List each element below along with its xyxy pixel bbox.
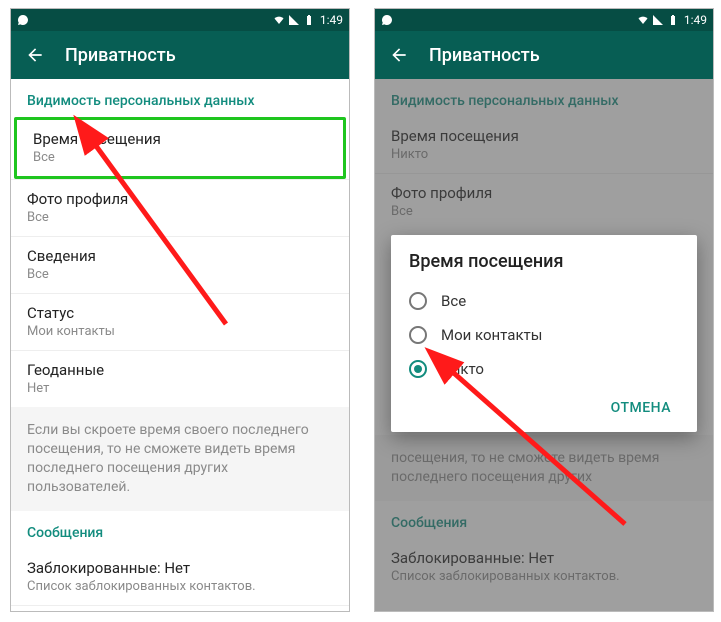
- dialog-last-seen: Время посещения Все Мои контакты Никто О…: [391, 235, 697, 432]
- appbar: Приватность: [11, 31, 349, 79]
- back-button[interactable]: [23, 43, 47, 67]
- dialog-title: Время посещения: [409, 251, 679, 272]
- item-status[interactable]: Статус Мои контакты: [11, 294, 349, 350]
- cancel-button[interactable]: ОТМЕНА: [603, 392, 679, 424]
- photo-value: Все: [27, 210, 333, 225]
- item-receipts[interactable]: Отчеты о прочтении: [11, 606, 349, 612]
- radio-everyone[interactable]: Все: [409, 284, 679, 318]
- about-label: Сведения: [27, 247, 333, 265]
- arrow-left-icon: [25, 45, 45, 65]
- appbar: Приватность: [375, 31, 713, 79]
- section-messages: Сообщения: [11, 511, 349, 549]
- battery-icon: [303, 14, 315, 26]
- about-value: Все: [27, 267, 333, 282]
- statusbar: 1:49: [375, 9, 713, 31]
- item-about[interactable]: Сведения Все: [11, 237, 349, 293]
- arrow-left-icon: [389, 45, 409, 65]
- radio-label: Никто: [441, 360, 484, 378]
- item-location[interactable]: Геоданные Нет: [11, 351, 349, 407]
- statusbar: 1:49: [11, 9, 349, 31]
- phone-left: 1:49 Приватность Видимость персональных …: [10, 8, 350, 612]
- status-time: 1:49: [320, 13, 343, 27]
- radio-icon: [409, 292, 427, 310]
- section-visibility: Видимость персональных данных: [11, 79, 349, 117]
- radio-icon: [409, 360, 427, 378]
- radio-contacts[interactable]: Мои контакты: [409, 318, 679, 352]
- last-seen-value: Все: [33, 150, 327, 165]
- signal-icon: [652, 14, 664, 26]
- whatsapp-icon: [381, 14, 393, 26]
- radio-nobody[interactable]: Никто: [409, 352, 679, 386]
- last-seen-label: Время посещения: [33, 130, 327, 148]
- location-label: Геоданные: [27, 361, 333, 379]
- blocked-label: Заблокированные: Нет: [27, 559, 333, 577]
- page-title: Приватность: [65, 45, 176, 66]
- wifi-icon: [637, 14, 649, 26]
- status-value: Мои контакты: [27, 324, 333, 339]
- location-value: Нет: [27, 381, 333, 396]
- battery-icon: [667, 14, 679, 26]
- status-label: Статус: [27, 304, 333, 322]
- page-title: Приватность: [429, 45, 540, 66]
- item-photo[interactable]: Фото профиля Все: [11, 180, 349, 236]
- photo-label: Фото профиля: [27, 190, 333, 208]
- radio-icon: [409, 326, 427, 344]
- phone-right: 1:49 Приватность Видимость персональных …: [374, 8, 714, 612]
- item-last-seen[interactable]: Время посещения Все: [14, 117, 346, 179]
- status-time: 1:49: [684, 13, 707, 27]
- item-blocked[interactable]: Заблокированные: Нет Список заблокирован…: [11, 549, 349, 605]
- whatsapp-icon: [17, 14, 29, 26]
- wifi-icon: [273, 14, 285, 26]
- signal-icon: [288, 14, 300, 26]
- radio-label: Все: [441, 292, 466, 310]
- note-text: Если вы скроете время своего последнего …: [11, 407, 349, 511]
- back-button[interactable]: [387, 43, 411, 67]
- blocked-sub: Список заблокированных контактов.: [27, 579, 333, 594]
- radio-label: Мои контакты: [441, 326, 542, 344]
